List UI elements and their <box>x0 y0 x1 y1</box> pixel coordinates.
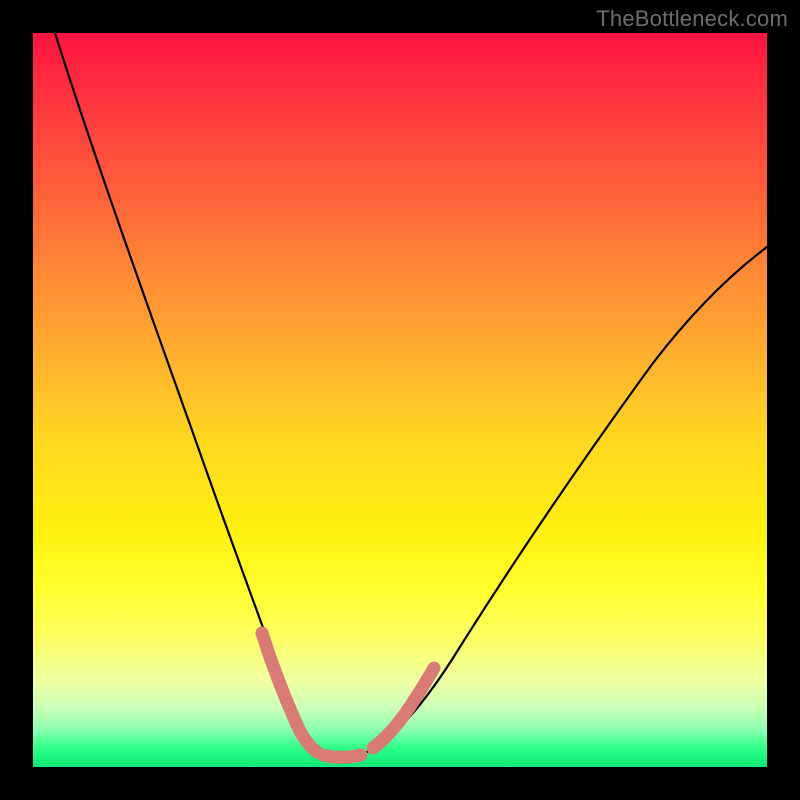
highlight-right <box>373 668 434 748</box>
bottleneck-curve <box>55 33 767 757</box>
watermark-text: TheBottleneck.com <box>596 6 788 32</box>
gradient-plot-area <box>33 33 767 767</box>
highlight-left <box>262 633 317 752</box>
curve-svg <box>33 33 767 767</box>
chart-frame: TheBottleneck.com <box>0 0 800 800</box>
highlight-bottom <box>323 755 361 757</box>
